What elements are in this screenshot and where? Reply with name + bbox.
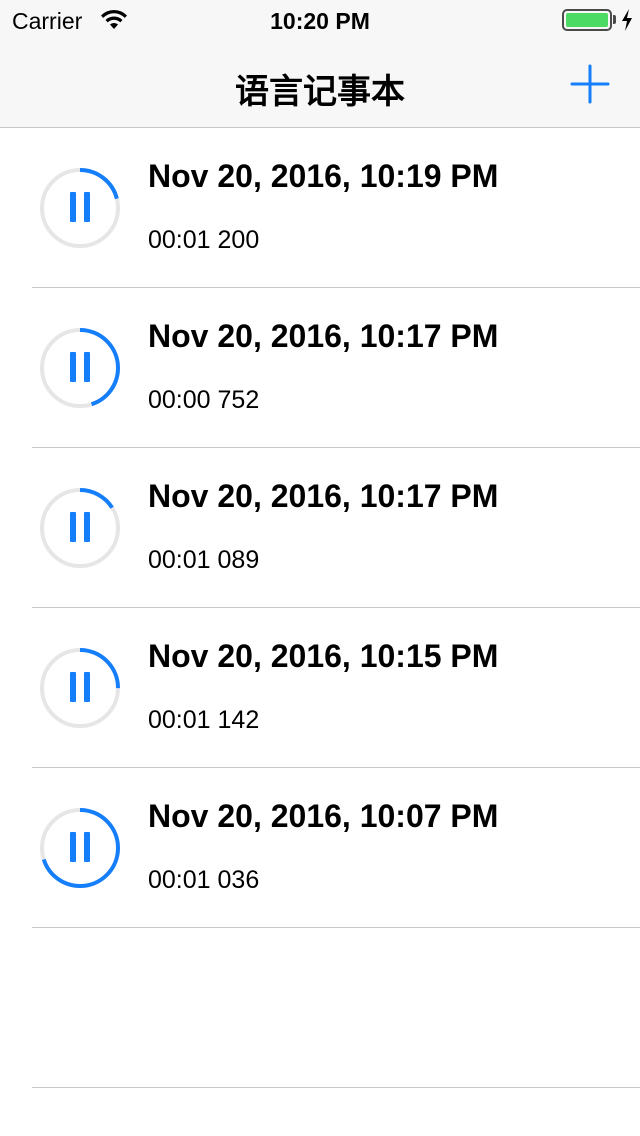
pause-icon (70, 832, 90, 862)
playback-control[interactable] (38, 806, 122, 890)
recording-title: Nov 20, 2016, 10:17 PM (148, 478, 499, 514)
recording-title: Nov 20, 2016, 10:15 PM (148, 638, 499, 674)
page-title: 语言记事本 (235, 72, 405, 112)
recording-duration: 00:01 036 (148, 866, 260, 894)
recording-title: Nov 20, 2016, 10:19 PM (148, 158, 499, 194)
battery-tip (613, 15, 616, 24)
pause-icon (70, 192, 90, 222)
recording-row[interactable]: Nov 20, 2016, 10:07 PM 00:01 036 (0, 768, 640, 928)
recording-duration: 00:00 752 (148, 386, 260, 414)
navigation-bar: 语言记事本 (0, 40, 640, 128)
pause-icon (70, 512, 90, 542)
recording-row[interactable]: Nov 20, 2016, 10:19 PM 00:01 200 (0, 128, 640, 288)
recording-duration: 00:01 142 (148, 706, 260, 734)
pause-icon (70, 672, 90, 702)
playback-control[interactable] (38, 646, 122, 730)
empty-row (0, 928, 640, 1088)
playback-control[interactable] (38, 326, 122, 410)
recording-list: Nov 20, 2016, 10:19 PM 00:01 200 Nov 20,… (0, 128, 640, 1088)
add-recording-button[interactable] (566, 60, 614, 108)
status-bar: Carrier 10:20 PM (0, 0, 640, 40)
recording-row[interactable]: Nov 20, 2016, 10:17 PM 00:01 089 (0, 448, 640, 608)
playback-control[interactable] (38, 486, 122, 570)
recording-row[interactable]: Nov 20, 2016, 10:17 PM 00:00 752 (0, 288, 640, 448)
clock: 10:20 PM (270, 8, 370, 34)
playback-control[interactable] (38, 166, 122, 250)
plus-icon (570, 64, 610, 104)
pause-icon (70, 352, 90, 382)
charging-bolt-icon (622, 9, 632, 31)
recording-row[interactable]: Nov 20, 2016, 10:15 PM 00:01 142 (0, 608, 640, 768)
recording-duration: 00:01 200 (148, 226, 260, 254)
recording-title: Nov 20, 2016, 10:07 PM (148, 798, 499, 834)
battery-icon (562, 9, 612, 31)
recording-title: Nov 20, 2016, 10:17 PM (148, 318, 499, 354)
recording-duration: 00:01 089 (148, 546, 260, 574)
battery-level (566, 13, 608, 27)
